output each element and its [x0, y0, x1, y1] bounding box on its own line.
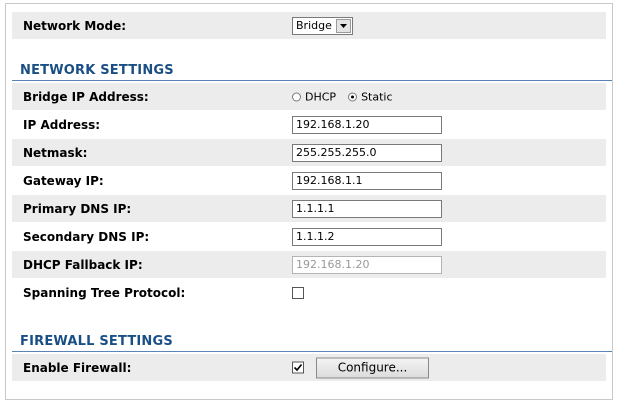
dhcp-fallback-row: DHCP Fallback IP: 192.168.1.20	[12, 251, 606, 278]
network-settings-title: NETWORK SETTINGS	[20, 63, 174, 78]
bridge-ip-row: Bridge IP Address: DHCP Static	[12, 83, 606, 110]
netmask-input[interactable]: 255.255.255.0	[292, 143, 442, 162]
netmask-label: Netmask:	[23, 145, 88, 160]
gateway-input[interactable]: 192.168.1.1	[292, 171, 442, 190]
bridge-ip-label: Bridge IP Address:	[23, 89, 149, 104]
network-mode-value: Bridge	[296, 19, 332, 32]
chevron-down-icon[interactable]	[335, 18, 351, 33]
dhcp-fallback-label: DHCP Fallback IP:	[23, 257, 143, 272]
settings-panel: Network Mode: Bridge NETWORK SETTINGS Br…	[5, 3, 613, 400]
firewall-settings-header: FIREWALL SETTINGS	[12, 329, 612, 352]
radio-dhcp[interactable]: DHCP	[292, 90, 336, 103]
configure-button[interactable]: Configure...	[316, 357, 429, 378]
gateway-row: Gateway IP: 192.168.1.1	[12, 167, 606, 194]
ip-address-row: IP Address: 192.168.1.20	[12, 111, 606, 138]
firewall-settings-title: FIREWALL SETTINGS	[20, 334, 173, 349]
network-settings-header: NETWORK SETTINGS	[12, 58, 612, 81]
netmask-row: Netmask: 255.255.255.0	[12, 139, 606, 166]
secondary-dns-row: Secondary DNS IP: 1.1.1.2	[12, 223, 606, 250]
primary-dns-label: Primary DNS IP:	[23, 201, 132, 216]
secondary-dns-input[interactable]: 1.1.1.2	[292, 227, 442, 246]
radio-dhcp-label: DHCP	[305, 90, 337, 103]
ip-address-label: IP Address:	[23, 117, 101, 132]
enable-firewall-label: Enable Firewall:	[23, 360, 132, 375]
secondary-dns-label: Secondary DNS IP:	[23, 229, 150, 244]
gateway-label: Gateway IP:	[23, 173, 104, 188]
enable-firewall-controls: Configure...	[292, 357, 429, 378]
primary-dns-input[interactable]: 1.1.1.1	[292, 199, 442, 218]
enable-firewall-checkbox[interactable]	[292, 361, 304, 374]
ip-address-input[interactable]: 192.168.1.20	[292, 115, 442, 134]
stp-checkbox[interactable]	[292, 286, 304, 299]
bridge-ip-radio-group: DHCP Static	[292, 90, 405, 103]
network-mode-label: Network Mode:	[23, 18, 127, 33]
radio-static-label: Static	[361, 90, 393, 103]
network-mode-select[interactable]: Bridge	[292, 16, 353, 35]
stp-row: Spanning Tree Protocol:	[12, 279, 606, 306]
enable-firewall-row: Enable Firewall: Configure...	[12, 354, 606, 381]
primary-dns-row: Primary DNS IP: 1.1.1.1	[12, 195, 606, 222]
radio-static[interactable]: Static	[348, 90, 393, 103]
radio-static-indicator[interactable]	[348, 92, 358, 101]
network-mode-row: Network Mode: Bridge	[12, 12, 606, 39]
checkmark-icon	[293, 363, 303, 372]
dhcp-fallback-input[interactable]: 192.168.1.20	[292, 255, 442, 274]
radio-dhcp-indicator[interactable]	[292, 92, 301, 101]
stp-label: Spanning Tree Protocol:	[23, 285, 186, 300]
